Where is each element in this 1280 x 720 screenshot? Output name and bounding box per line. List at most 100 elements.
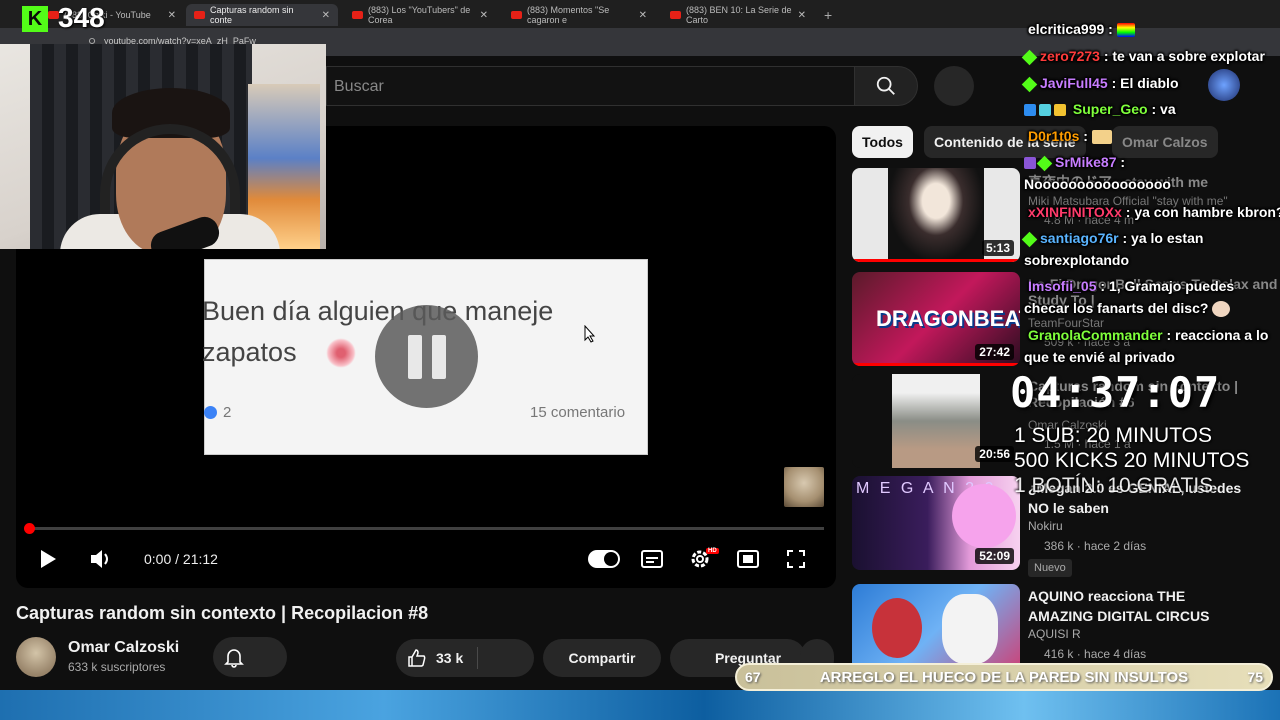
goal-current: 67 — [745, 669, 761, 685]
fullscreen-button[interactable] — [784, 548, 808, 570]
duration-badge: 5:13 — [981, 240, 1014, 256]
goal-title: ARREGLO EL HUECO DE LA PARED SIN INSULTO… — [819, 668, 1189, 686]
video-title: Capturas random sin contexto | Recopilac… — [16, 603, 429, 623]
autoplay-toggle-knob — [604, 552, 618, 566]
chat-username: Super_Geo — [1072, 101, 1148, 117]
time-display: 0:00 / 21:12 — [144, 551, 218, 567]
notifications-button[interactable] — [213, 637, 287, 677]
kick-badge-icon — [1021, 231, 1038, 248]
duration-badge: 27:42 — [975, 344, 1014, 360]
chip-channel[interactable]: Omar Calzos — [1112, 126, 1218, 158]
channel-watermark[interactable] — [784, 467, 824, 507]
chat-username: SrMike87 — [1055, 154, 1117, 170]
search-button[interactable] — [854, 66, 918, 106]
recommendation-thumbnail[interactable]: 5:13 — [852, 168, 1020, 262]
tab-label: (883) BEN 10: La Serie de Carto — [686, 5, 792, 25]
recommendation-meta: 416 k · hace 4 días — [1044, 647, 1147, 661]
search-input[interactable] — [326, 66, 854, 106]
chat-message: Imsofii_05 : 1, Gramajo puedes — [1028, 278, 1235, 294]
browser-tab-active[interactable]: Capturas random sin conte ✕ — [186, 4, 338, 26]
chat-username: xXINFINITOXx — [1028, 204, 1122, 220]
pride-emote-icon — [1116, 23, 1135, 38]
youtube-favicon-icon — [194, 11, 205, 19]
subathon-timer: 04:37:07 — [1010, 368, 1221, 417]
box-emote-icon — [1091, 130, 1112, 145]
recommendation-channel: AQUISI R — [1028, 627, 1081, 641]
reaction-count: 2 — [223, 404, 232, 421]
youtube-favicon-icon — [352, 11, 363, 19]
chat-username: D0r1t0s — [1028, 128, 1080, 144]
chat-message: JaviFull45 : El diablo — [1021, 75, 1179, 93]
kick-badge-icon — [1021, 49, 1038, 66]
close-icon[interactable]: ✕ — [639, 10, 647, 21]
chat-text: 1, Gramajo puedes — [1108, 278, 1235, 294]
close-icon[interactable]: ✕ — [480, 10, 488, 21]
user-avatar[interactable] — [1208, 69, 1240, 101]
subscriber-badge-icon — [1024, 104, 1036, 117]
video-frame-reactions: 2 — [204, 404, 231, 421]
progress-scrubber[interactable] — [24, 523, 35, 534]
goal-progress-bar: 67 ARREGLO EL HUECO DE LA PARED SIN INSU… — [735, 663, 1273, 691]
chat-message: SrMike87 : — [1024, 154, 1125, 172]
browser-tab[interactable]: (883) BEN 10: La Serie de Carto ✕ — [662, 4, 814, 26]
close-icon[interactable]: ✕ — [168, 10, 176, 21]
thumbnail-image — [952, 484, 1016, 548]
browser-tab[interactable]: (883) Momentos "Se cagaron e ✕ — [503, 4, 655, 26]
recommendation-thumbnail[interactable]: M E G A N 2.0 52:09 — [852, 476, 1020, 570]
new-badge: Nuevo — [1028, 559, 1072, 577]
goal-text: 1 BOTÍN: 10 GRATIS — [1014, 474, 1214, 497]
emote-icon — [1212, 301, 1231, 318]
chat-message: checar los fanarts del disc? — [1024, 300, 1233, 318]
recommendation-title[interactable]: AQUINO reacciona THE AMAZING DIGITAL CIR… — [1028, 586, 1248, 626]
video-frame-text: Buen día alguien que maneje — [202, 296, 554, 326]
close-icon[interactable]: ✕ — [798, 10, 806, 21]
subscriber-count: 633 k suscriptores — [68, 660, 166, 674]
chat-message: xXINFINITOXx : ya con hambre kbron? — [1028, 204, 1280, 220]
avatar[interactable] — [16, 637, 56, 677]
video-frame-comments: 15 comentario — [530, 404, 626, 421]
duration-badge: 20:56 — [975, 446, 1014, 462]
tab-label: (883) Momentos "Se cagaron e — [527, 5, 610, 25]
theater-mode-button[interactable] — [736, 548, 760, 570]
browser-tab[interactable]: (883) Los "YouTubers" de Corea ✕ — [344, 4, 496, 26]
fullscreen-icon — [787, 550, 805, 568]
pause-overlay-button[interactable] — [375, 305, 478, 408]
chat-message: sobrexplotando — [1024, 252, 1130, 268]
search-placeholder: Buscar — [334, 78, 384, 95]
play-icon — [41, 550, 56, 568]
thumbnail-text: DRAGONBEATZ — [876, 306, 1020, 331]
kick-logo-icon: K — [22, 6, 48, 32]
chip-all[interactable]: Todos — [852, 126, 913, 158]
recommendation-thumbnail[interactable]: DRAGONBEATZ 27:42 — [852, 272, 1020, 366]
new-tab-icon[interactable]: + — [824, 7, 832, 23]
like-reaction-icon — [204, 406, 217, 419]
chat-message: Noooooooooooooooo — [1024, 176, 1171, 192]
chat-text: va — [1160, 101, 1176, 117]
chat-message: GranolaCommander : reacciona a lo — [1028, 327, 1269, 343]
play-button[interactable] — [36, 547, 60, 571]
kick-badge-icon — [1036, 155, 1053, 172]
thumbnail-image — [888, 168, 984, 262]
chat-text: ya lo estan — [1131, 230, 1204, 246]
kick-badge-icon — [1021, 76, 1038, 93]
chat-message: que te envié al privado — [1024, 349, 1175, 365]
subtitles-button[interactable] — [640, 548, 664, 570]
voice-search-button[interactable] — [934, 66, 974, 106]
chat-username: elcritica999 — [1028, 21, 1105, 37]
dislike-button[interactable] — [490, 648, 520, 668]
recommendation-thumbnail[interactable]: 20:56 — [852, 374, 1020, 468]
watch-progress — [852, 363, 1020, 366]
chat-message: Super_Geo : va — [1024, 101, 1176, 117]
share-button[interactable]: Compartir — [543, 639, 661, 677]
progress-bar[interactable] — [28, 527, 824, 530]
chat-text: reacciona a lo — [1175, 327, 1269, 343]
watch-progress — [852, 259, 1020, 262]
pause-icon — [407, 334, 422, 379]
close-icon[interactable]: ✕ — [322, 10, 330, 21]
channel-name[interactable]: Omar Calzoski — [68, 639, 179, 657]
chat-username: Imsofii_05 — [1028, 278, 1097, 294]
chat-username: GranolaCommander — [1028, 327, 1163, 343]
thumbnail-image — [892, 374, 980, 468]
thumbs-up-icon — [408, 649, 426, 667]
volume-button[interactable] — [88, 547, 114, 571]
